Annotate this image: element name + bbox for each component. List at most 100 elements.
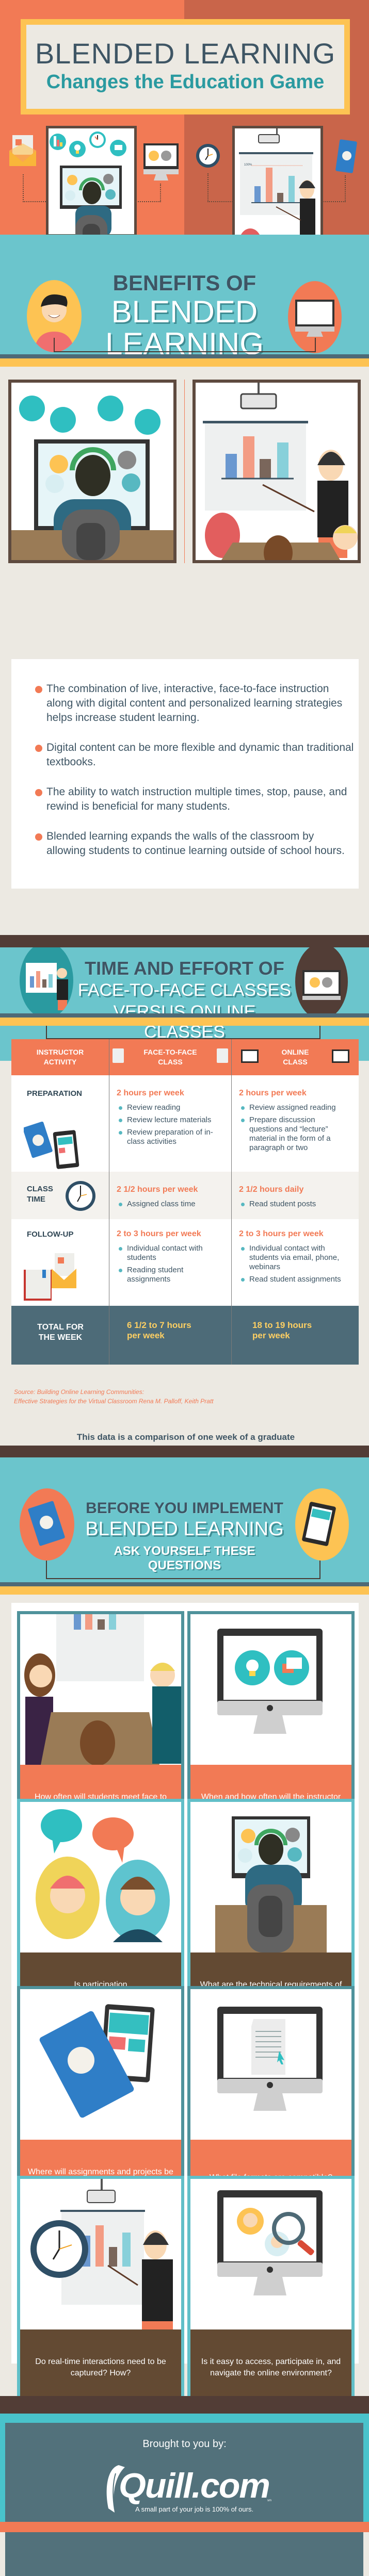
clock-and-presenter-illustration (30, 2179, 173, 2329)
list-item: Reading student assignments (119, 1266, 210, 1284)
list-item: Individual contact with students via ema… (241, 1244, 352, 1272)
total-label: TOTAL FOR THE WEEK (37, 1323, 84, 1342)
prep-hours-f2f: 2 hours per week (117, 1089, 184, 1097)
divider-stripe (0, 354, 369, 358)
book-and-tablet-illustration (39, 2004, 155, 2118)
monitor-icon (332, 1049, 349, 1063)
class-hours-online: 2 1/2 hours daily (239, 1185, 304, 1194)
divider-stripe (0, 1013, 369, 1018)
benefit-item: Blended learning expands the walls of th… (35, 829, 356, 858)
hero-section: BLENDED LEARNING Changes the Education G… (0, 0, 369, 301)
row-label: PREPARATION (27, 1089, 82, 1098)
question-text: Is it easy to access, participate in, an… (190, 2329, 351, 2406)
card-illustration (190, 1802, 351, 1952)
teacher-classroom-large-illustration (203, 383, 358, 560)
subtitle: Changes the Education Game (46, 71, 325, 93)
brand-mark: sm (267, 2499, 271, 2502)
card-illustration (20, 2179, 181, 2329)
list-item: Read student posts (241, 1200, 347, 1209)
question-text: Do real-time interactions need to be cap… (20, 2329, 181, 2406)
benefit-item: The combination of live, interactive, fa… (35, 682, 356, 725)
total-online: 18 to 19 hours per week (252, 1320, 312, 1340)
teacher-avatar (20, 947, 73, 1019)
connector-line (321, 175, 346, 202)
benefit-item: The ability to watch instruction multipl… (35, 785, 356, 814)
table-row: CLASS TIME 2 1/2 hours per week Assigned… (11, 1172, 359, 1219)
followup-hours-f2f: 2 to 3 hours per week (117, 1229, 201, 1238)
svg-text:100%: 100% (244, 163, 252, 167)
questions-grid: How often will students meet face to fac… (11, 1603, 359, 2409)
prep-items-f2f: Review reading Review lecture materials … (119, 1103, 220, 1150)
class-hours-f2f: 2 1/2 hours per week (117, 1185, 198, 1194)
questions-heading-line2: BLENDED LEARNING (85, 1518, 284, 1540)
document-on-monitor-illustration (217, 2007, 323, 2111)
infographic: BLENDED LEARNING Changes the Education G… (0, 0, 369, 2576)
benefits-header: BENEFITS OF BLENDED LEARNING (0, 235, 369, 354)
total-f2f: 6 1/2 to 7 hours per week (127, 1320, 191, 1340)
header-connector (54, 338, 316, 352)
bullet-icon (35, 789, 42, 796)
list-item: Individual contact with students (119, 1244, 210, 1262)
card-illustration (20, 1802, 181, 1952)
divider-stripe (0, 1582, 369, 1586)
list-item: Assigned class time (119, 1200, 225, 1209)
prep-hours-online: 2 hours per week (239, 1089, 307, 1097)
section-divider (0, 1446, 369, 1458)
book-avatar (20, 1488, 74, 1561)
divider-stripe (0, 1018, 369, 1026)
online-student-large-illustration (11, 396, 173, 560)
tablet-avatar (295, 1488, 349, 1561)
brought-to-you-by: Brought to you by: (142, 2438, 227, 2450)
header-instructor-activity: INSTRUCTOR ACTIVITY (11, 1039, 109, 1075)
monitor-icon (241, 1049, 259, 1063)
followup-hours-online: 2 to 3 hours per week (239, 1229, 324, 1238)
benefits-heading-line1: BENEFITS OF (113, 271, 256, 295)
conversation-illustration (36, 1809, 170, 1942)
questions-heading-line1: BEFORE YOU IMPLEMENT (86, 1500, 283, 1517)
source-citation: Source: Building Online Learning Communi… (14, 1388, 214, 1405)
book-and-tablet-icon (24, 1122, 79, 1169)
class-items-online: Read student posts (241, 1200, 347, 1212)
divider-stripe (0, 1586, 369, 1595)
bullet-icon (35, 833, 42, 841)
table-row: FOLLOW-UP 2 to 3 hours per week Individu… (11, 1219, 359, 1306)
brand-name: Quill.com (119, 2466, 270, 2505)
title-banner: BLENDED LEARNING Changes the Education G… (21, 19, 350, 114)
list-item: Review reading (119, 1103, 220, 1112)
bullet-icon (35, 745, 42, 752)
list-item: Read student assignments (241, 1275, 352, 1284)
projector-screen-icon (113, 1048, 124, 1063)
monitor-with-ideas-illustration (217, 1629, 323, 1734)
bullet-icon (35, 686, 42, 693)
clock-icon (66, 1181, 95, 1211)
class-items-f2f: Assigned class time (119, 1200, 225, 1212)
divider-stripe (0, 358, 369, 367)
search-profiles-illustration (217, 2190, 323, 2295)
followup-items-online: Individual contact with students via ema… (241, 1244, 352, 1287)
table-total-row: TOTAL FOR THE WEEK 6 1/2 to 7 hours per … (11, 1306, 359, 1365)
benefits-list: The combination of live, interactive, fa… (11, 659, 359, 889)
table-row: PREPARATION 2 hours per week Review read… (11, 1075, 359, 1172)
table-header-row: INSTRUCTOR ACTIVITY FACE-TO-FACE CLASS O… (11, 1039, 359, 1075)
online-avatar (295, 947, 348, 1020)
teacher-classroom-scene (192, 380, 361, 563)
connector-line (134, 184, 161, 202)
row-label: CLASS TIME (27, 1185, 53, 1204)
students-at-table-illustration (24, 1614, 181, 1765)
online-learner-illustration (215, 1816, 327, 1952)
card-illustration (190, 1989, 351, 2140)
online-student-scene (8, 380, 177, 563)
list-item: Review preparation of in-class activitie… (119, 1128, 220, 1146)
card-illustration (20, 1989, 181, 2140)
card-illustration (190, 1614, 351, 1765)
list-item: Review assigned reading (241, 1103, 347, 1112)
time-heading-line2: FACE-TO-FACE CLASSES (77, 980, 292, 1000)
card-illustration (20, 1614, 181, 1765)
prep-items-online: Review assigned reading Prepare discussi… (241, 1103, 347, 1156)
question-card: Do real-time interactions need to be cap… (17, 2176, 184, 2409)
book-and-envelope-icon (24, 1253, 76, 1301)
book-icon (335, 139, 357, 173)
main-title: BLENDED LEARNING (35, 37, 336, 70)
email-icon (9, 135, 36, 166)
quill-logo[interactable]: Quill.com sm A small part of your job is… (103, 2463, 274, 2515)
